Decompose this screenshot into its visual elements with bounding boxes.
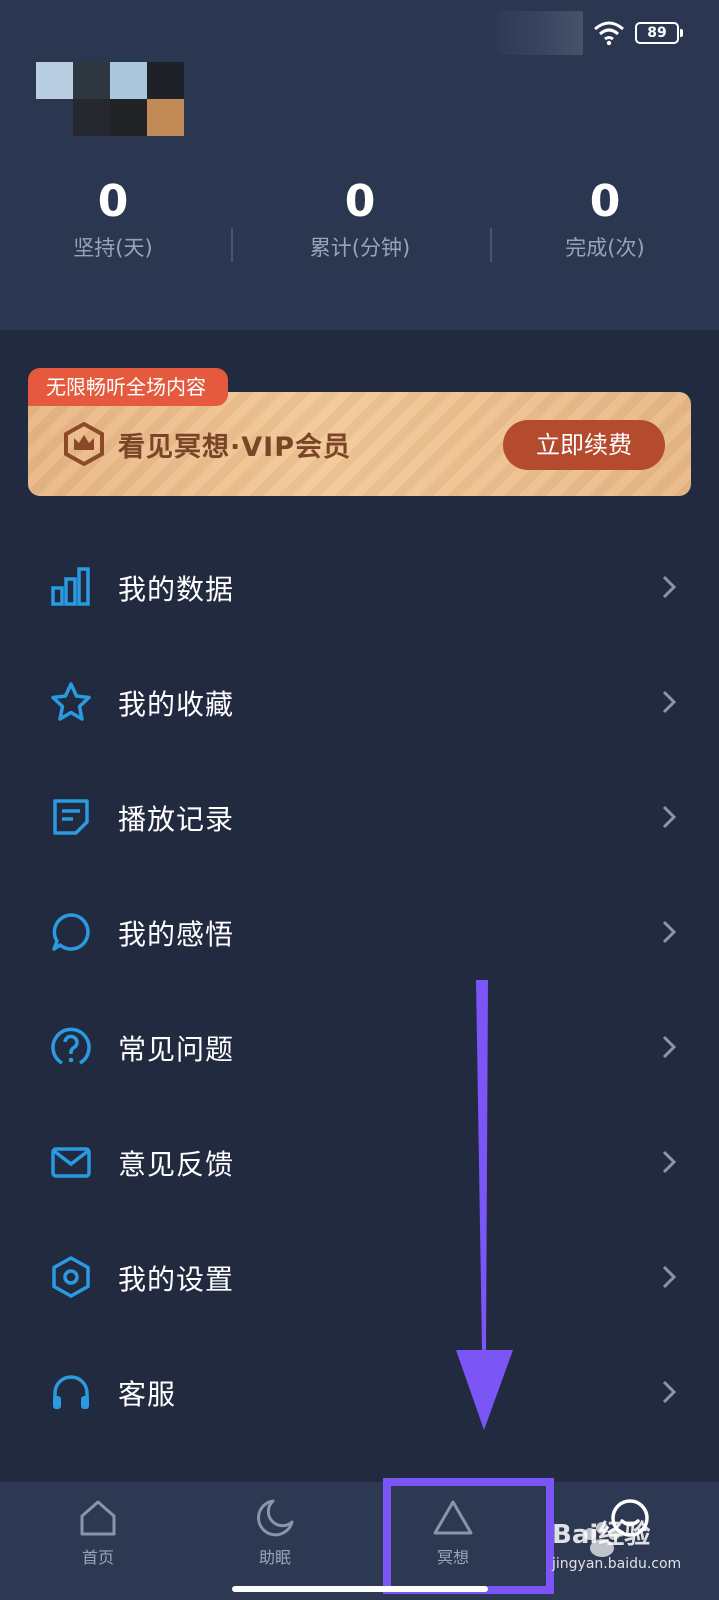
stat-persist: 0 坚持(天) xyxy=(13,176,213,262)
vip-tag: 无限畅听全场内容 xyxy=(28,368,228,406)
status-blurred-area xyxy=(497,11,583,55)
avatar[interactable] xyxy=(36,62,184,136)
watermark-url: jingyan.baidu.com xyxy=(552,1556,682,1572)
menu-item-favorites[interactable]: 我的收藏 xyxy=(0,645,719,760)
renew-button[interactable]: 立即续费 xyxy=(503,420,665,470)
headphones-icon xyxy=(53,1375,89,1409)
chevron-right-icon xyxy=(662,1265,677,1289)
tab-home[interactable]: 首页 xyxy=(38,1496,158,1568)
home-indicator[interactable] xyxy=(232,1586,488,1592)
status-bar: 89 xyxy=(497,11,683,55)
chevron-right-icon xyxy=(662,1380,677,1404)
stat-label: 坚持(天) xyxy=(73,236,153,260)
menu-item-insights[interactable]: 我的感悟 xyxy=(0,875,719,990)
chevron-right-icon xyxy=(662,920,677,944)
stat-value: 0 xyxy=(344,176,376,227)
settings-hexagon-icon xyxy=(52,1256,90,1298)
menu-item-settings[interactable]: 我的设置 xyxy=(0,1220,719,1335)
chevron-right-icon xyxy=(662,805,677,829)
battery-indicator: 89 xyxy=(635,22,683,44)
menu-item-faq[interactable]: 常见问题 xyxy=(0,990,719,1105)
menu-item-feedback[interactable]: 意见反馈 xyxy=(0,1105,719,1220)
annotation-arrow-icon xyxy=(456,980,513,1430)
menu-list: 我的数据 我的收藏 播放记录 我的感悟 常见问题 意见反馈 我的设置 客服 xyxy=(0,530,719,1450)
watermark-brand: Bai经验 xyxy=(552,1520,651,1550)
mail-icon xyxy=(51,1147,91,1178)
tab-label: 首页 xyxy=(81,1548,114,1567)
question-icon xyxy=(51,1027,91,1065)
stat-value: 0 xyxy=(97,176,129,227)
menu-item-label: 客服 xyxy=(118,1378,177,1411)
moon-icon xyxy=(257,1499,294,1537)
chevron-right-icon xyxy=(662,1035,677,1059)
menu-item-label: 我的设置 xyxy=(118,1263,235,1296)
menu-item-my-data[interactable]: 我的数据 xyxy=(0,530,719,645)
chat-bubble-icon xyxy=(52,913,90,951)
stats-row: 0 坚持(天) 0 累计(分钟) 0 完成(次) xyxy=(0,176,719,276)
menu-item-label: 我的数据 xyxy=(118,573,235,606)
bar-chart-icon xyxy=(51,567,90,606)
note-icon xyxy=(53,799,89,835)
chevron-right-icon xyxy=(662,575,677,599)
tab-sleep[interactable]: 助眠 xyxy=(215,1496,335,1568)
stat-value: 0 xyxy=(589,176,621,227)
menu-item-label: 我的收藏 xyxy=(118,688,235,721)
crown-hexagon-icon xyxy=(64,422,104,466)
stat-divider xyxy=(231,228,233,262)
menu-item-label: 我的感悟 xyxy=(118,918,235,951)
annotation-highlight-box xyxy=(383,1478,554,1594)
stat-total-minutes: 0 累计(分钟) xyxy=(260,176,460,262)
menu-item-customer-service[interactable]: 客服 xyxy=(0,1335,719,1450)
profile-header xyxy=(0,0,719,330)
vip-title: 看见冥想·VIP会员 xyxy=(118,432,351,463)
menu-item-label: 意见反馈 xyxy=(118,1148,235,1181)
menu-item-label: 常见问题 xyxy=(118,1033,235,1066)
star-icon xyxy=(51,682,91,721)
stat-divider xyxy=(490,228,492,262)
wifi-icon xyxy=(594,21,624,46)
tab-label: 助眠 xyxy=(258,1548,291,1567)
stat-label: 累计(分钟) xyxy=(309,236,411,260)
chevron-right-icon xyxy=(662,1150,677,1174)
menu-item-label: 播放记录 xyxy=(118,803,235,836)
menu-item-play-history[interactable]: 播放记录 xyxy=(0,760,719,875)
stat-label: 完成(次) xyxy=(565,236,645,260)
stat-completed: 0 完成(次) xyxy=(505,176,705,262)
chevron-right-icon xyxy=(662,690,677,714)
home-icon xyxy=(80,1500,116,1536)
